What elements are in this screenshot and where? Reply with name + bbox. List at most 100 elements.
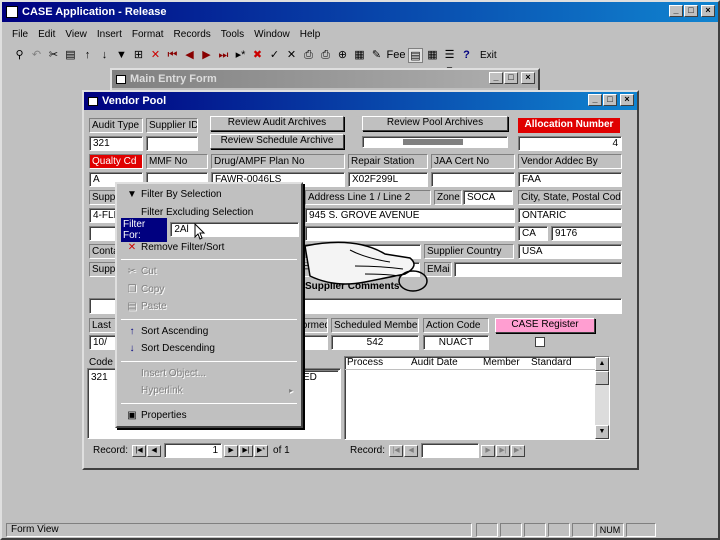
postal-code-field[interactable]: 9176 — [551, 226, 622, 241]
menu-cut[interactable]: ✂ Cut — [119, 263, 299, 281]
menu-help[interactable]: Help — [300, 29, 321, 40]
next-record-icon[interactable]: ▶ — [199, 48, 214, 63]
binoculars-icon[interactable]: ⚲ — [12, 48, 27, 63]
chart-icon[interactable]: ✎ — [369, 48, 384, 63]
maximize-button[interactable]: □ — [684, 5, 698, 17]
menu-filter-by-selection[interactable]: ▼ Filter By Selection — [119, 186, 299, 204]
supplier-country-field[interactable]: USA — [518, 244, 622, 259]
scroll-down-button[interactable]: ▼ — [595, 425, 609, 439]
menu-file[interactable]: File — [12, 29, 28, 40]
vertical-scrollbar[interactable]: ▲ ▼ — [595, 357, 609, 439]
city-field[interactable]: ONTARIC — [518, 208, 622, 223]
next-record-button-right[interactable]: ▶ — [481, 444, 496, 457]
app-title-bar[interactable]: CASE Application - Release _ □ × — [2, 2, 718, 22]
repair-station-field[interactable]: X02F299L — [348, 172, 428, 187]
print-preview-icon[interactable]: ⎙ — [301, 48, 316, 63]
exit-button[interactable]: Exit — [480, 50, 497, 61]
filter-form-icon[interactable]: ⊞ — [131, 48, 146, 63]
menu-window[interactable]: Window — [254, 29, 290, 40]
menu-tools[interactable]: Tools — [221, 29, 244, 40]
filter-for-input[interactable]: 2Al — [170, 222, 299, 238]
paste-icon[interactable]: ▤ — [63, 48, 78, 63]
right-subgrid[interactable]: Process Audit Date Member Standard ▲ ▼ — [344, 356, 610, 440]
review-schedule-archive-button[interactable]: Review Schedule Archive — [210, 134, 344, 149]
email-field[interactable] — [454, 262, 622, 277]
delete-record-icon[interactable]: ✖ — [250, 48, 265, 63]
zone-field[interactable]: SOCA — [463, 190, 513, 205]
menu-insert[interactable]: Insert — [97, 29, 122, 40]
supplier-id-field[interactable] — [146, 136, 198, 151]
tools-icon[interactable]: ✕ — [284, 48, 299, 63]
first-record-button[interactable]: |◀ — [132, 444, 147, 457]
first-record-icon[interactable]: ⏮ — [165, 48, 180, 63]
new-record-button[interactable]: ▶* — [254, 444, 269, 457]
record-number-field[interactable]: 1 — [164, 443, 223, 458]
vendor-pool-minimize[interactable]: _ — [588, 94, 602, 106]
menu-copy[interactable]: ❐ Copy — [119, 281, 299, 299]
state-field[interactable]: CA — [518, 226, 548, 241]
main-entry-title-bar[interactable]: Main Entry Form _ □ × — [112, 70, 538, 88]
review-pool-archives-button[interactable]: Review Pool Archives — [362, 116, 508, 131]
menu-hyperlink[interactable]: Hyperlink ▸ — [119, 382, 299, 400]
sort-asc-icon[interactable]: ↑ — [80, 48, 95, 63]
last-record-button[interactable]: ▶| — [239, 444, 254, 457]
new-record-icon[interactable]: ▸* — [233, 48, 248, 63]
address-line1-field[interactable]: 945 S. GROVE AVENUE — [305, 208, 515, 223]
main-entry-minimize[interactable]: _ — [489, 72, 503, 84]
action-code-field[interactable]: NUACT — [423, 335, 489, 350]
zoom-icon[interactable]: ⊕ — [335, 48, 350, 63]
vendor-pool-close[interactable]: × — [620, 94, 634, 106]
scroll-up-button[interactable]: ▲ — [595, 357, 609, 371]
undo-icon[interactable]: ↶ — [29, 48, 44, 63]
menu-format[interactable]: Format — [132, 29, 164, 40]
prev-record-icon[interactable]: ◀ — [182, 48, 197, 63]
prev-record-button[interactable]: ◀ — [147, 444, 162, 457]
menu-filter-for[interactable]: Filter For: 2Al — [119, 217, 299, 242]
last-record-button-right[interactable]: ▶| — [496, 444, 511, 457]
menu-view[interactable]: View — [65, 29, 87, 40]
menu-records[interactable]: Records — [174, 29, 211, 40]
vendor-pool-title-bar[interactable]: Vendor Pool _ □ × — [84, 92, 637, 110]
sort-desc-icon[interactable]: ↓ — [97, 48, 112, 63]
remove-filter-icon[interactable]: ✕ — [148, 48, 163, 63]
report-icon[interactable]: ▦ — [352, 48, 367, 63]
audit-type-field[interactable]: 321 — [89, 136, 143, 151]
vendor-pool-maximize[interactable]: □ — [603, 94, 617, 106]
cut-icon[interactable]: ✂ — [46, 48, 61, 63]
main-entry-close[interactable]: × — [521, 72, 535, 84]
next-record-button[interactable]: ▶ — [224, 444, 239, 457]
form-view-icon[interactable]: ▤ — [408, 47, 423, 63]
menu-edit[interactable]: Edit — [38, 29, 55, 40]
list-icon[interactable]: ☰ ▾ — [442, 48, 457, 76]
close-button[interactable]: × — [701, 5, 715, 17]
jaa-cert-field[interactable] — [431, 172, 515, 187]
filter-selection-icon[interactable]: ▼ — [114, 48, 129, 63]
menu-sort-ascending[interactable]: ↑ Sort Ascending — [119, 323, 299, 341]
help-icon[interactable]: ? — [459, 48, 474, 63]
menu-paste[interactable]: ▤ Paste — [119, 298, 299, 316]
print-icon[interactable]: ⎙ — [318, 48, 333, 63]
menu-properties[interactable]: ▣ Properties — [119, 407, 299, 425]
menu-sort-descending[interactable]: ↓ Sort Descending — [119, 340, 299, 358]
last-record-icon[interactable]: ⏭ — [216, 48, 231, 63]
new-record-button-right[interactable]: ▶* — [511, 444, 526, 457]
case-register-button[interactable]: CASE Register — [495, 318, 595, 333]
main-entry-maximize[interactable]: □ — [504, 72, 518, 84]
ed-field[interactable]: ED — [299, 370, 339, 385]
first-record-button-right[interactable]: |◀ — [389, 444, 404, 457]
prev-record-button-right[interactable]: ◀ — [404, 444, 419, 457]
spelling-icon[interactable]: ✓ — [267, 48, 282, 63]
last-field[interactable]: 10/ — [89, 335, 117, 350]
review-audit-archives-button[interactable]: Review Audit Archives — [210, 116, 344, 131]
datasheet-icon[interactable]: ▦ — [425, 48, 440, 63]
menu-remove-filter[interactable]: ✕ Remove Filter/Sort — [119, 239, 299, 257]
case-register-checkbox[interactable] — [535, 337, 545, 347]
allocation-number-field[interactable]: 4 — [518, 136, 622, 151]
scheduled-member-field[interactable]: 542 — [331, 335, 419, 350]
scroll-thumb[interactable] — [595, 371, 609, 385]
vendor-added-field[interactable]: FAA — [518, 172, 622, 187]
record-number-field-right[interactable] — [421, 443, 480, 458]
menu-insert-object[interactable]: Insert Object... — [119, 365, 299, 383]
minimize-button[interactable]: _ — [669, 5, 683, 17]
feed-icon[interactable]: Fee — [386, 48, 406, 63]
